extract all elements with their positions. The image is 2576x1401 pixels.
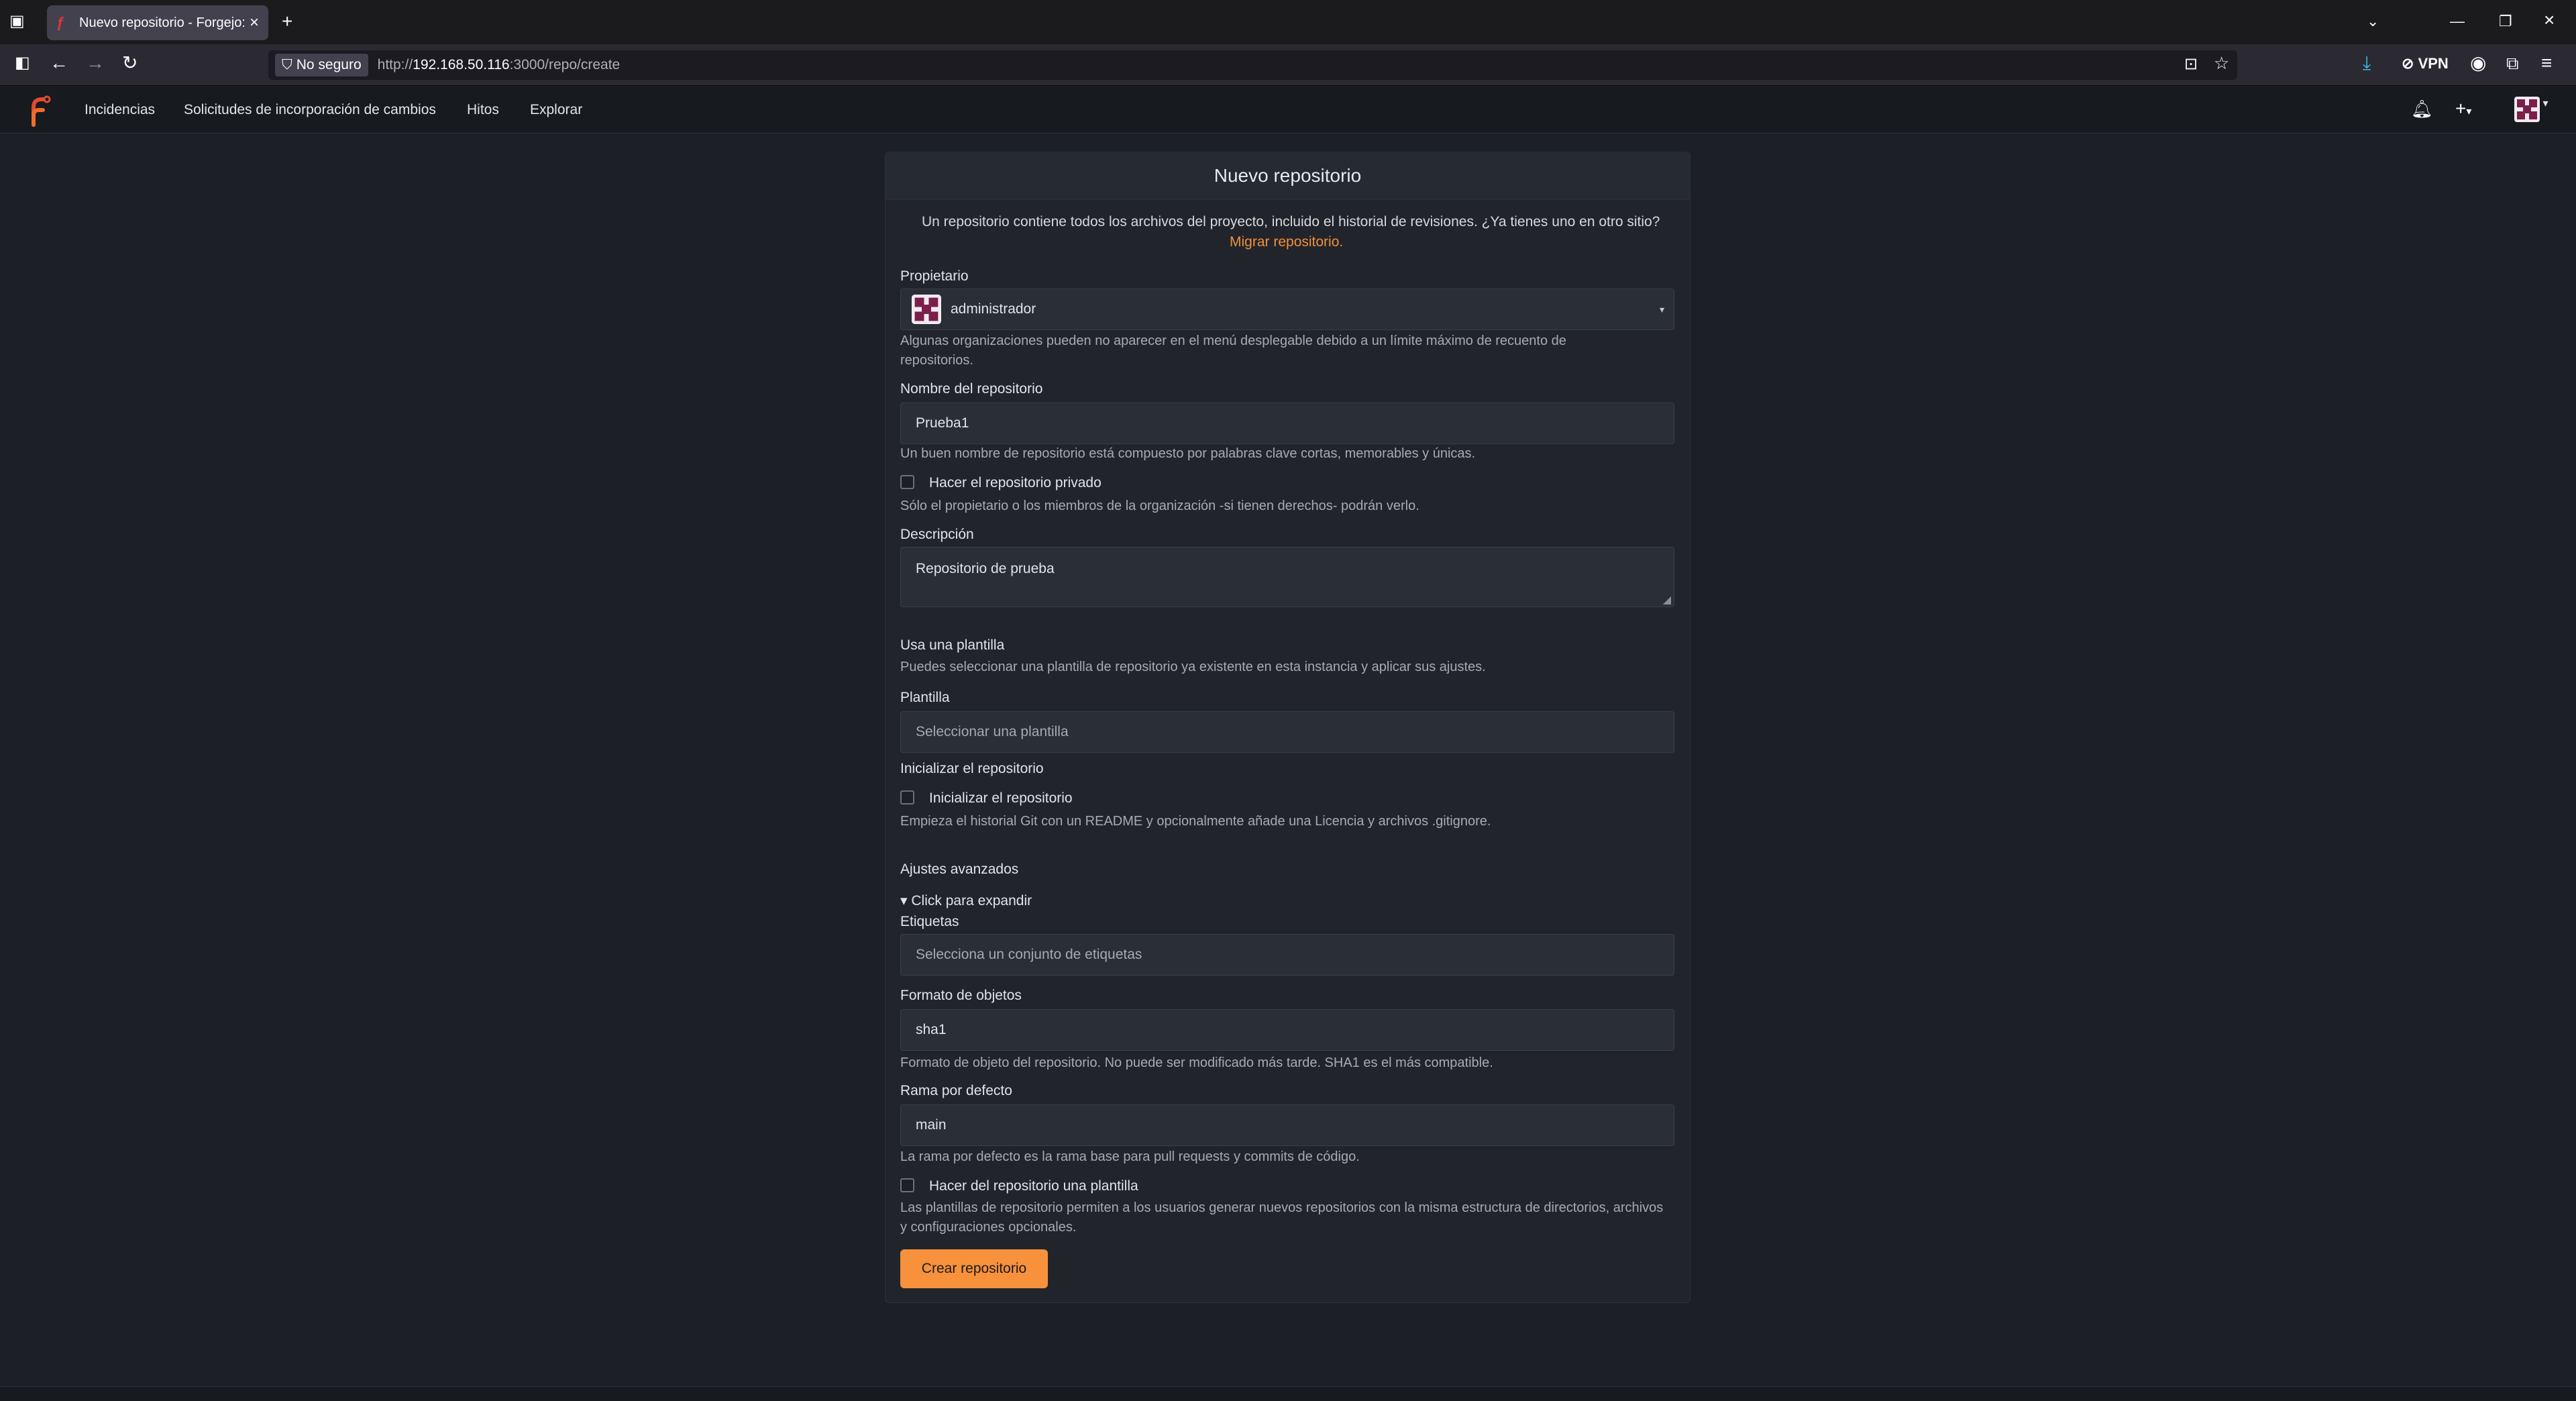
sidebar-toggle-icon[interactable]: ◧ <box>15 54 30 72</box>
default-branch-label: Rama por defecto <box>900 1083 1012 1098</box>
labels-label: Etiquetas <box>900 914 959 929</box>
vpn-button[interactable]: ⊘ VPN <box>2402 55 2449 72</box>
repo-name-label: Nombre del repositorio <box>900 381 1043 397</box>
tab-title: Nuevo repositorio - Forgejo: Be <box>79 15 244 30</box>
migrate-repo-link[interactable]: Migrar repositorio. <box>1230 232 1343 252</box>
labels-dropdown[interactable]: Selecciona un conjunto de etiquetas <box>900 934 1674 976</box>
default-branch-help: La rama por defecto es la rama base para… <box>900 1149 1360 1164</box>
template-repo-checkbox[interactable] <box>900 1178 914 1192</box>
nav-pull-requests[interactable]: Solicitudes de incorporación de cambios <box>184 87 436 134</box>
private-checkbox[interactable] <box>900 475 914 489</box>
menu-icon[interactable]: ≡ <box>2541 54 2552 72</box>
url-prefix: http:// <box>377 57 413 72</box>
restore-window-icon[interactable]: ❐ <box>2499 12 2512 31</box>
template-repo-help: Las plantillas de repositorio permiten a… <box>900 1200 1664 1235</box>
browser-tab-active[interactable]: ƒ Nuevo repositorio - Forgejo: Be × <box>47 5 268 40</box>
object-format-dropdown[interactable]: sha1 <box>900 1009 1674 1051</box>
init-help: Empieza el historial Git con un README y… <box>900 814 1491 829</box>
create-new-dropdown[interactable]: +▾ <box>2455 99 2471 121</box>
chevron-down-icon: ▾ <box>2466 106 2472 117</box>
private-help: Sólo el propietario o los miembros de la… <box>900 499 1419 513</box>
tab-overview-icon[interactable]: ▣ <box>9 12 25 31</box>
tab-list-chevron-icon[interactable]: ⌄ <box>2367 12 2379 31</box>
chevron-down-icon: ▾ <box>2542 98 2548 109</box>
nav-explore[interactable]: Explorar <box>530 87 582 134</box>
url-bar[interactable]: ⛉ No seguro http://192.168.50.116:3000/r… <box>268 50 2237 80</box>
template-repo-label[interactable]: Hacer del repositorio una plantilla <box>929 1178 1138 1194</box>
new-tab-icon[interactable]: + <box>282 12 292 31</box>
minimize-window-icon[interactable]: — <box>2450 12 2465 31</box>
owner-help: Algunas organizaciones pueden no aparece… <box>900 333 1566 368</box>
default-branch-input[interactable]: main <box>900 1104 1674 1146</box>
reload-icon[interactable]: ↻ <box>122 54 138 72</box>
object-format-help: Formato de objeto del repositorio. No pu… <box>900 1055 1493 1070</box>
template-label: Plantilla <box>900 690 950 705</box>
forward-icon[interactable]: → <box>86 54 105 72</box>
intro-text: Un repositorio contiene todos los archiv… <box>922 214 1660 229</box>
description-textarea[interactable]: Repositorio de prueba ◢ <box>900 547 1674 607</box>
bookmark-star-icon[interactable]: ☆ <box>2214 54 2229 72</box>
repo-name-input[interactable]: Prueba1 <box>900 403 1674 444</box>
shield-icon: ⛉ <box>282 57 292 72</box>
forgejo-favicon-icon: ƒ <box>56 14 65 31</box>
nav-milestones[interactable]: Hitos <box>467 87 499 134</box>
init-checkbox[interactable] <box>900 790 914 805</box>
description-label: Descripción <box>900 527 974 542</box>
create-repo-button[interactable]: Crear repositorio <box>900 1249 1048 1288</box>
owner-label: Propietario <box>900 268 969 284</box>
template-section-title: Usa una plantilla <box>900 637 1005 653</box>
page-footer <box>0 1386 2576 1401</box>
chevron-down-icon: ▾ <box>1659 303 1664 315</box>
user-avatar-menu[interactable]: ▾ <box>2514 97 2548 125</box>
account-icon[interactable]: ◉ <box>2470 54 2486 72</box>
owner-dropdown[interactable]: administrador ▾ <box>900 289 1674 330</box>
close-tab-icon[interactable]: × <box>250 13 259 32</box>
init-label[interactable]: Inicializar el repositorio <box>929 790 1073 807</box>
reader-view-icon[interactable]: ⊡ <box>2184 55 2198 74</box>
owner-avatar <box>912 295 941 324</box>
description-value: Repositorio de prueba <box>916 561 1055 576</box>
template-dropdown[interactable]: Seleccionar una plantilla <box>900 711 1674 753</box>
template-section-help: Puedes seleccionar una plantilla de repo… <box>900 660 1486 674</box>
url-path: :3000/repo/create <box>509 57 621 72</box>
forgejo-logo-icon[interactable] <box>27 94 51 127</box>
nav-issues[interactable]: Incidencias <box>85 87 155 134</box>
url-host: 192.168.50.116 <box>413 57 510 72</box>
notifications-bell-icon[interactable]: 🔔︎ <box>2411 99 2433 118</box>
advanced-expand-toggle[interactable]: ▾ Click para expandir <box>900 892 1032 909</box>
back-icon[interactable]: ← <box>50 54 68 72</box>
close-window-icon[interactable]: × <box>2544 11 2555 30</box>
init-section-title: Inicializar el repositorio <box>900 761 1044 776</box>
downloads-icon[interactable]: ⤓ <box>2363 54 2371 72</box>
browser-tab-bar <box>0 0 2576 44</box>
repo-name-help: Un buen nombre de repositorio está compu… <box>900 446 1476 461</box>
advanced-section-title: Ajustes avanzados <box>900 862 1019 877</box>
avatar <box>2514 97 2540 122</box>
object-format-label: Formato de objetos <box>900 988 1022 1003</box>
owner-value: administrador <box>951 301 1036 317</box>
page-title: Nuevo repositorio <box>885 152 1690 200</box>
private-label[interactable]: Hacer el repositorio privado <box>929 475 1102 491</box>
not-secure-badge[interactable]: ⛉ No seguro <box>275 54 368 76</box>
extensions-icon[interactable]: ⧉ <box>2506 54 2519 72</box>
resize-handle-icon[interactable]: ◢ <box>1663 593 1671 607</box>
vpn-status-icon: ⊘ <box>2402 55 2414 72</box>
